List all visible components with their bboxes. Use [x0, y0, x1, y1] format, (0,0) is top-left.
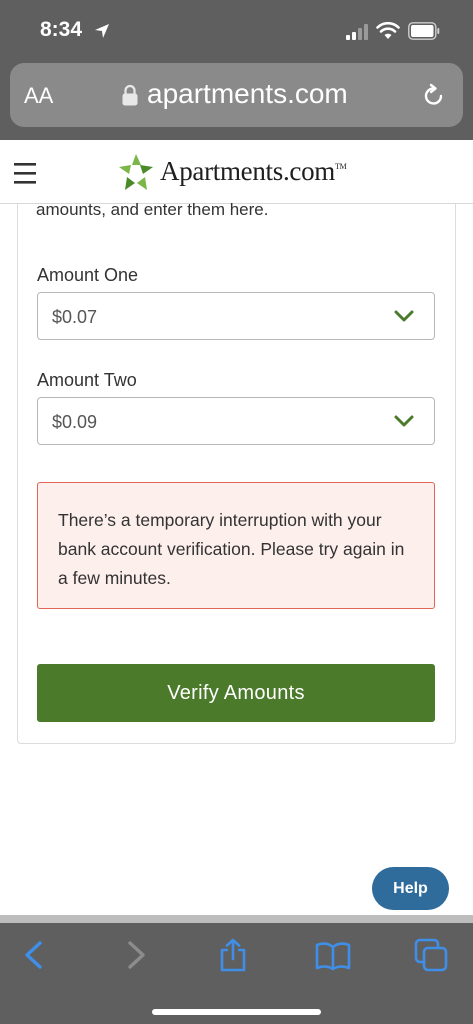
address-bar[interactable]: AA apartments.com: [10, 63, 463, 127]
text-size-button[interactable]: AA: [24, 83, 53, 109]
amount-two-value: $0.09: [52, 412, 98, 432]
url-text: apartments.com: [147, 78, 348, 109]
wifi-icon: [376, 22, 400, 39]
amount-two-select[interactable]: $0.09: [37, 397, 435, 445]
cellular-signal-icon: [346, 24, 368, 40]
error-alert: There’s a temporary interruption with yo…: [37, 482, 435, 609]
logo-text: Apartments.com: [160, 156, 336, 186]
amount-one-value: $0.07: [52, 307, 98, 327]
tabs-icon[interactable]: [413, 937, 449, 973]
status-bar: 8:34: [0, 0, 473, 58]
home-indicator: [152, 1009, 321, 1015]
status-time: 8:34: [40, 18, 83, 41]
logo-wordmark[interactable]: Apartments.comTM: [160, 156, 347, 187]
location-arrow-icon: [95, 24, 109, 38]
help-button[interactable]: Help: [372, 867, 449, 910]
error-message: There’s a temporary interruption with yo…: [58, 510, 405, 588]
share-icon[interactable]: [215, 937, 251, 973]
chevron-down-icon: [394, 415, 414, 427]
battery-icon: [408, 22, 440, 40]
toolbar-separator: [0, 915, 473, 923]
site-header: Apartments.comTM: [0, 140, 473, 204]
chevron-down-icon: [394, 310, 414, 322]
logo-trademark: TM: [335, 162, 347, 171]
apartments-logo-icon[interactable]: [115, 152, 157, 194]
browser-address-area: AA apartments.com: [0, 58, 473, 140]
forward-icon[interactable]: [118, 937, 154, 973]
bookmarks-icon[interactable]: [315, 937, 351, 973]
reload-icon[interactable]: [421, 83, 447, 109]
lock-icon: [122, 84, 138, 106]
verify-amounts-button[interactable]: Verify Amounts: [37, 664, 435, 722]
amount-one-select[interactable]: $0.07: [37, 292, 435, 340]
amount-one-label: Amount One: [37, 265, 139, 285]
menu-icon[interactable]: [14, 162, 36, 184]
amount-two-label: Amount Two: [37, 370, 137, 390]
browser-toolbar: [0, 923, 473, 1024]
back-icon[interactable]: [16, 937, 52, 973]
intro-text: amounts, and enter them here.: [36, 200, 269, 219]
